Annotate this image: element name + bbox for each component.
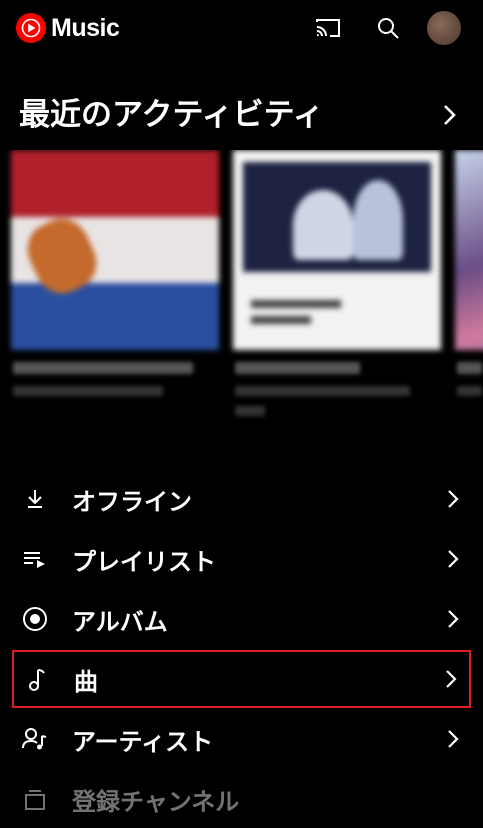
library-item-label: オフライン: [72, 487, 192, 516]
album-art: [11, 150, 219, 350]
library-item-artists[interactable]: アーティスト: [12, 710, 471, 768]
section-title: 最近のアクティビティ: [19, 97, 324, 133]
chevron-right-icon: [448, 490, 459, 508]
library-item-songs[interactable]: 曲: [12, 650, 471, 708]
library-item-label: プレイリスト: [72, 547, 216, 576]
library-item-label: アーティスト: [72, 727, 214, 756]
chevron-right-icon: [448, 550, 459, 568]
recent-card[interactable]: [455, 150, 483, 410]
download-icon: [18, 482, 52, 516]
account-avatar[interactable]: [427, 11, 461, 45]
album-art: [233, 150, 441, 350]
app-name: Music: [51, 13, 120, 42]
artist-icon: [18, 722, 52, 756]
music-note-icon: [20, 662, 54, 696]
chevron-right-icon: [446, 670, 457, 688]
recent-card[interactable]: [11, 150, 219, 410]
chevron-right-icon: [444, 105, 456, 125]
recent-activity-header[interactable]: 最近のアクティビティ: [19, 92, 469, 138]
card-subtitle-placeholder: [235, 406, 265, 416]
card-title-placeholder: [457, 362, 482, 374]
card-subtitle-placeholder: [235, 386, 410, 396]
card-title-placeholder: [235, 362, 360, 374]
card-subtitle-placeholder: [457, 386, 482, 396]
youtube-music-logo[interactable]: Music: [15, 12, 120, 44]
subscriptions-icon: [18, 782, 52, 816]
library-item-subscriptions[interactable]: 登録チャンネル: [12, 770, 471, 828]
album-art: [455, 150, 483, 350]
library-item-label: 登録チャンネル: [72, 787, 240, 816]
chevron-right-icon: [448, 610, 459, 628]
recent-activity-carousel[interactable]: [0, 150, 483, 440]
album-icon: [18, 602, 52, 636]
cast-icon: [316, 19, 340, 37]
card-title-placeholder: [13, 362, 193, 374]
playlist-icon: [18, 542, 52, 576]
search-button[interactable]: [372, 12, 404, 44]
library-item-albums[interactable]: アルバム: [12, 590, 471, 648]
library-item-playlists[interactable]: プレイリスト: [12, 530, 471, 588]
library-item-offline[interactable]: オフライン: [12, 470, 471, 528]
top-bar: Music: [0, 0, 483, 56]
chevron-right-icon: [448, 730, 459, 748]
library-item-label: 曲: [74, 667, 98, 696]
cast-button[interactable]: [312, 12, 344, 44]
recent-card[interactable]: [233, 150, 441, 416]
search-icon: [378, 18, 399, 39]
youtube-music-logo-icon: [16, 13, 46, 43]
library-item-label: アルバム: [72, 607, 168, 636]
card-subtitle-placeholder: [13, 386, 163, 396]
